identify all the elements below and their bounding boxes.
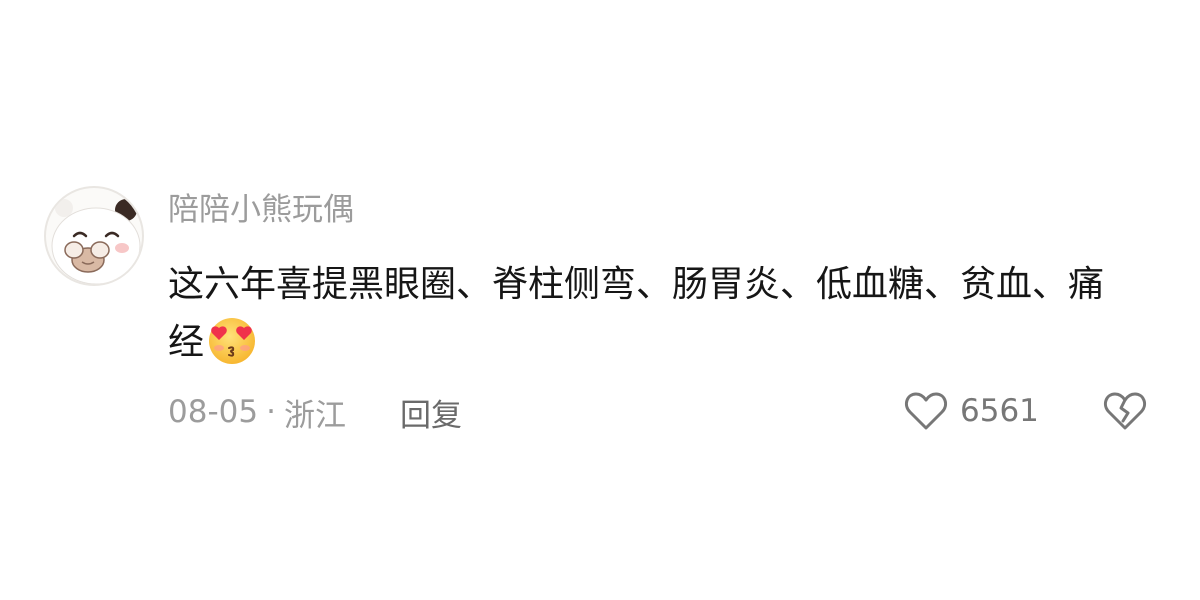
username[interactable]: 陪陪小熊玩偶	[168, 190, 354, 230]
heart-outline-icon	[904, 392, 948, 430]
bear-avatar-icon	[51, 199, 141, 284]
broken-heart-icon	[1103, 392, 1147, 430]
like-button[interactable]: 6561	[904, 386, 1039, 436]
reply-label: 回复	[400, 397, 462, 434]
avatar[interactable]	[44, 186, 144, 286]
reply-button[interactable]: 回复	[400, 388, 462, 436]
like-count: 6561	[960, 393, 1039, 429]
comment-text: 这六年喜提黑眼圈、脊柱侧弯、肠胃炎、低血糖、贫血、痛经	[168, 256, 1128, 372]
comment-item: 陪陪小熊玩偶 这六年喜提黑眼圈、脊柱侧弯、肠胃炎、低血糖、贫血、痛经 08-05…	[0, 0, 1200, 600]
comment-date: 08-05	[168, 394, 259, 430]
comment-body: 这六年喜提黑眼圈、脊柱侧弯、肠胃炎、低血糖、贫血、痛经	[168, 264, 1105, 363]
heart-eyes-kiss-emoji-icon	[209, 318, 256, 364]
meta-separator: ·	[266, 394, 276, 430]
comment-meta: 08-05 · 浙江	[168, 388, 346, 436]
dislike-button[interactable]	[1100, 386, 1150, 436]
comment-location: 浙江	[283, 397, 346, 434]
